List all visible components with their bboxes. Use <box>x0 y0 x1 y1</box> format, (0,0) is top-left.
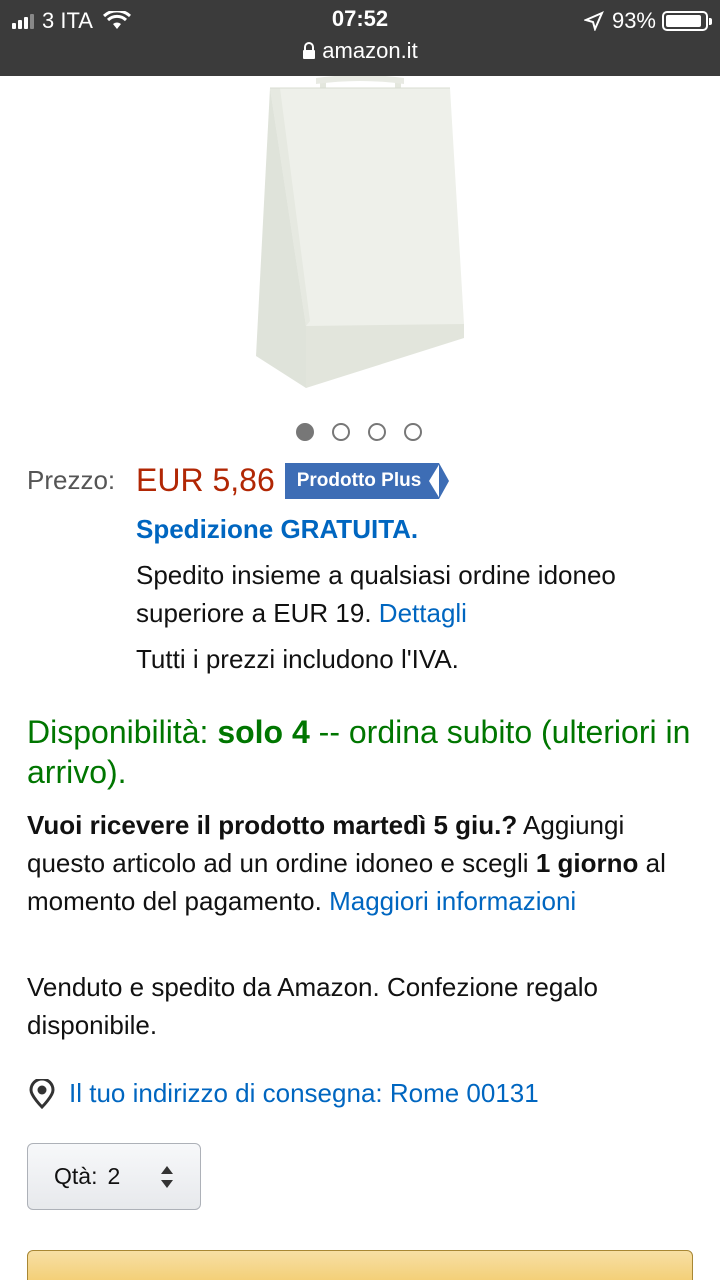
delivery-question: Vuoi ricevere il prodotto martedì 5 giu.… <box>27 810 518 840</box>
availability-prefix: Disponibilità: <box>27 714 209 750</box>
select-arrows-icon <box>161 1166 173 1188</box>
carousel-dots <box>296 423 422 441</box>
delivery-address-link[interactable]: Il tuo indirizzo di consegna: Rome 00131 <box>27 1078 539 1109</box>
address-bar[interactable]: amazon.it <box>0 38 720 64</box>
more-info-link[interactable]: Maggiori informazioni <box>329 886 576 916</box>
availability: Disponibilità: solo 4 -- ordina subito (… <box>27 712 697 792</box>
status-right: 93% <box>583 8 712 34</box>
lock-icon <box>303 42 316 59</box>
carousel-dot[interactable] <box>404 423 422 441</box>
price-label: Prezzo: <box>27 465 116 495</box>
shipping-note-text: Spedito insieme a qualsiasi ordine idone… <box>136 560 616 628</box>
delivery-option: 1 giorno <box>535 848 639 878</box>
status-bar: 3 ITA 07:52 93% amazon.it <box>0 0 720 76</box>
location-pin-icon <box>29 1078 55 1109</box>
price-value: EUR 5,86 <box>136 462 275 498</box>
product-image[interactable] <box>250 76 470 388</box>
plus-badge: Prodotto Plus <box>284 462 441 499</box>
vat-note: Tutti i prezzi includono l'IVA. <box>136 644 459 674</box>
shipping-info: Spedizione GRATUITA. Spedito insieme a q… <box>136 510 706 678</box>
details-link[interactable]: Dettagli <box>379 598 467 628</box>
carousel-dot[interactable] <box>368 423 386 441</box>
battery-percent: 93% <box>611 8 656 33</box>
delivery-info: Vuoi ricevere il prodotto martedì 5 giu.… <box>27 806 707 920</box>
add-to-cart-button[interactable] <box>27 1250 693 1280</box>
delivery-address-text: Il tuo indirizzo di consegna: Rome 00131 <box>69 1078 539 1108</box>
quantity-value: 2 <box>107 1163 121 1189</box>
price-row: Prezzo: EUR 5,86 Prodotto Plus <box>27 462 441 499</box>
quantity-label: Qtà: <box>54 1163 98 1189</box>
availability-qty: solo 4 <box>217 714 310 750</box>
plus-badge-text: Prodotto Plus <box>296 469 422 491</box>
carousel-dot[interactable] <box>296 423 314 441</box>
location-arrow-icon <box>583 11 604 31</box>
shipping-note: Spedito insieme a qualsiasi ordine idone… <box>136 556 706 632</box>
quantity-select[interactable]: Qtà: 2 <box>27 1143 201 1210</box>
url-text: amazon.it <box>322 38 418 63</box>
free-shipping: Spedizione GRATUITA. <box>136 514 419 544</box>
seller-info: Venduto e spedito da Amazon. Confezione … <box>27 972 598 1040</box>
battery-icon <box>662 11 712 31</box>
carousel-dot[interactable] <box>332 423 350 441</box>
